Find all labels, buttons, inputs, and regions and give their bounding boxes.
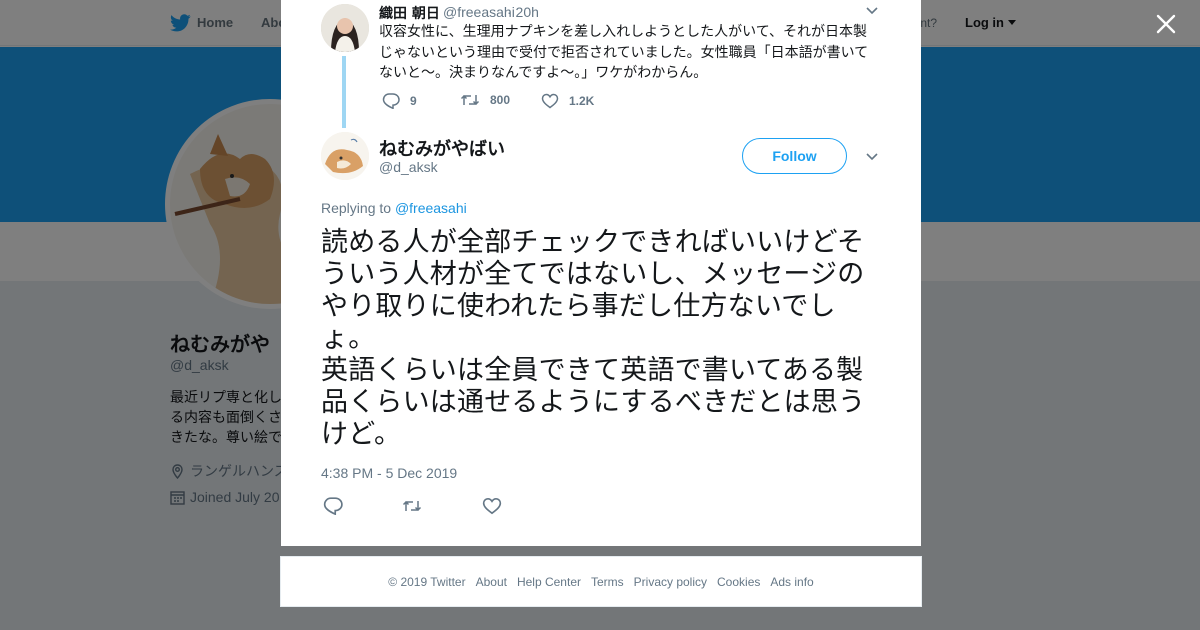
parent-like-action[interactable]: 1.2K — [541, 93, 594, 109]
parent-author-photo — [321, 4, 369, 52]
footer-copyright: © 2019 Twitter — [388, 574, 466, 589]
tweet-author-name[interactable]: ねむみがやばい — [379, 135, 505, 161]
footer-about-link[interactable]: About — [476, 575, 507, 589]
footer-help-link[interactable]: Help Center — [517, 575, 581, 589]
parent-author-name[interactable]: 織田 朝日 — [379, 3, 440, 23]
parent-author-handle[interactable]: @freeasahi — [443, 4, 515, 20]
parent-tweet-time[interactable]: · 20h — [507, 4, 539, 20]
replying-to-label: Replying to — [321, 200, 392, 216]
tweet-author-avatar[interactable] — [321, 132, 369, 180]
footer-privacy-link[interactable]: Privacy policy — [634, 575, 707, 589]
parent-retweet-count: 800 — [490, 93, 511, 107]
like-icon[interactable] — [482, 497, 502, 515]
parent-like-count: 1.2K — [569, 94, 595, 108]
parent-retweet-action[interactable]: 800 — [460, 93, 510, 107]
replying-to-context: Replying to @freeasahi — [321, 200, 467, 216]
parent-reply-count: 9 — [410, 94, 417, 108]
parent-tweet-text: 収容女性に、生理用ナプキンを差し入れしようとした人がいて、それが日本製じゃないと… — [379, 24, 869, 81]
tweet-author-handle[interactable]: @d_aksk — [379, 159, 438, 175]
like-icon — [541, 93, 559, 109]
tweet-author-photo — [321, 132, 369, 180]
replying-to-mention[interactable]: @freeasahi — [395, 200, 467, 216]
close-icon[interactable] — [1155, 13, 1177, 35]
caret-down-icon[interactable] — [866, 6, 878, 16]
conversation-thread-line — [342, 56, 346, 128]
modal-footer: © 2019 Twitter About Help Center Terms P… — [280, 556, 922, 607]
tweet-timestamp[interactable]: 4:38 PM - 5 Dec 2019 — [321, 465, 457, 481]
parent-reply-action[interactable]: 9 — [382, 93, 417, 109]
footer-ads-link[interactable]: Ads info — [770, 575, 813, 589]
retweet-icon — [460, 94, 480, 106]
follow-button[interactable]: Follow — [742, 138, 847, 174]
footer-cookies-link[interactable]: Cookies — [717, 575, 760, 589]
footer-terms-link[interactable]: Terms — [591, 575, 624, 589]
retweet-icon[interactable] — [402, 497, 422, 515]
reply-icon — [382, 93, 400, 109]
caret-down-icon[interactable] — [866, 152, 878, 162]
tweet-text: 読める人が全部チェックできればいいけどそういう人材が全てではないし、メッセージの… — [321, 227, 866, 450]
tweet-permalink-modal: 織田 朝日 @freeasahi · 20h 収容女性に、生理用ナプキンを差し入… — [281, 0, 921, 546]
parent-author-avatar[interactable] — [321, 4, 369, 52]
reply-icon[interactable] — [323, 497, 343, 515]
